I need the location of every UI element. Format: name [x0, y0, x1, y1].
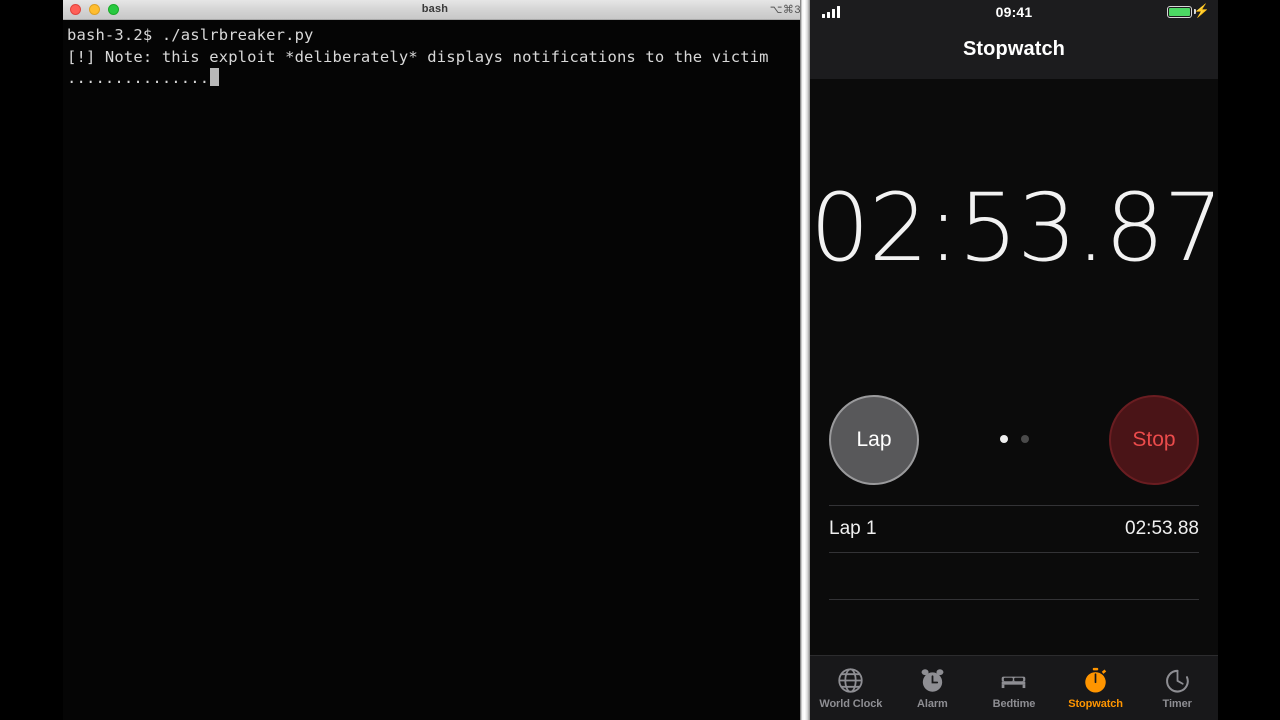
- lap-time: 02:53.88: [1125, 518, 1199, 539]
- page-title: Stopwatch: [962, 38, 1065, 60]
- terminal-line-progress: ...............: [67, 68, 800, 90]
- phone-screen[interactable]: 09:41 ⚡ Stopwatch 02:53.87 Lap Stop Lap …: [810, 0, 1218, 720]
- terminal-output[interactable]: bash-3.2$ ./aslrbreaker.py [!] Note: thi…: [63, 20, 800, 720]
- tab-bedtime[interactable]: Bedtime: [973, 656, 1055, 720]
- phone-device: 09:41 ⚡ Stopwatch 02:53.87 Lap Stop Lap …: [800, 0, 1218, 720]
- globe-icon: [836, 666, 865, 695]
- lap-row-empty: [829, 552, 1199, 600]
- tab-label: Alarm: [917, 698, 948, 710]
- status-bar: 09:41 ⚡: [810, 0, 1218, 24]
- stopwatch-controls: Lap Stop: [810, 395, 1218, 491]
- phone-bezel: [800, 0, 810, 720]
- stopwatch-main: 02:53.87 Lap Stop Lap 1 02:53.88: [810, 79, 1218, 655]
- lap-row: Lap 1 02:53.88: [829, 505, 1199, 552]
- battery-icon: [1167, 6, 1192, 18]
- terminal-line: [!] Note: this exploit *deliberately* di…: [67, 47, 769, 66]
- timer-icon: [1163, 666, 1192, 695]
- status-bar-time: 09:41: [995, 4, 1033, 20]
- terminal-titlebar[interactable]: bash ⌥⌘3: [63, 0, 807, 20]
- bed-icon: [999, 666, 1028, 695]
- stopwatch-elapsed-time: 02:53.87: [810, 174, 1218, 283]
- lightning-bolt-icon: ⚡: [1193, 3, 1210, 18]
- tab-stopwatch[interactable]: Stopwatch: [1055, 656, 1137, 720]
- terminal-line: bash-3.2$ ./aslrbreaker.py: [67, 26, 314, 44]
- tab-label: Timer: [1162, 698, 1192, 710]
- tab-timer[interactable]: Timer: [1136, 656, 1218, 720]
- stop-button[interactable]: Stop: [1109, 395, 1199, 485]
- page-dot-1[interactable]: [999, 435, 1008, 443]
- alarm-clock-icon: [918, 666, 947, 695]
- lap-label: Lap 1: [829, 518, 877, 539]
- navigation-bar: Stopwatch: [810, 24, 1218, 79]
- terminal-shortcut-hint: ⌥⌘3: [769, 4, 801, 16]
- terminal-window[interactable]: bash ⌥⌘3 bash-3.2$ ./aslrbreaker.py [!] …: [63, 0, 807, 720]
- battery-fill: [1169, 8, 1190, 16]
- tab-label: World Clock: [819, 698, 883, 710]
- terminal-cursor: [210, 68, 220, 86]
- tab-world-clock[interactable]: World Clock: [810, 656, 892, 720]
- terminal-progress-dots: ...............: [67, 69, 210, 87]
- page-dot-2[interactable]: [1020, 435, 1029, 443]
- terminal-title: bash: [421, 3, 449, 15]
- tab-bar: World Clock Alarm Bedtime Stopwatch Time…: [810, 655, 1218, 720]
- lap-list[interactable]: Lap 1 02:53.88: [810, 505, 1218, 600]
- tab-alarm[interactable]: Alarm: [892, 656, 974, 720]
- stopwatch-icon: [1081, 666, 1110, 695]
- tab-label: Stopwatch: [1068, 698, 1123, 710]
- tab-label: Bedtime: [992, 698, 1036, 710]
